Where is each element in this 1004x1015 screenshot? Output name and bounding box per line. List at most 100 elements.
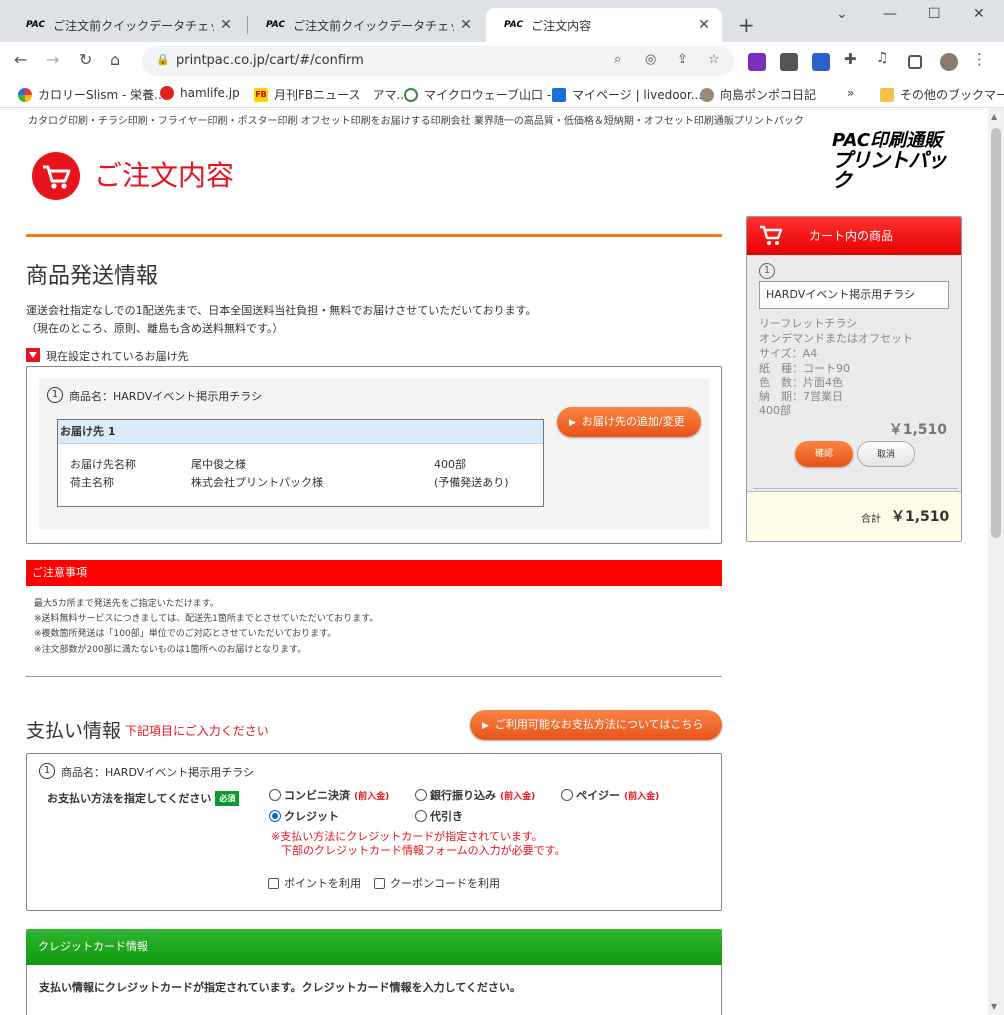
notice-line: 最大5カ所まで発送先をご指定いただけます。 <box>34 599 219 609</box>
radio-cod[interactable]: 代引き <box>415 808 463 824</box>
bookmark-fb-news[interactable]: FB 月刊FBニュース アマ... <box>254 86 408 103</box>
notice-line: ※注文部数が200部に満たないものは1箇所へのお届けとなります。 <box>34 645 307 655</box>
cart-icon <box>32 152 80 200</box>
checkbox[interactable] <box>268 877 279 889</box>
back-icon[interactable]: ← <box>14 50 27 69</box>
scroll-down-icon[interactable]: ▼ <box>991 1002 997 1011</box>
window-close-icon[interactable]: ✕ <box>973 6 985 22</box>
browser-tab-2[interactable]: PAC ご注文前クイックデータチェック サービ ✕ <box>248 8 484 42</box>
radio-konbini[interactable]: コンビニ決済 (前入金) <box>269 787 389 803</box>
shipping-desc: 運送会社指定なしでの1配送先まで、日本全国送料当社負担・無料でお届けさせていただ… <box>26 304 537 317</box>
forward-icon[interactable]: → <box>46 50 59 69</box>
play-icon: ▶ <box>482 721 489 731</box>
dest-value: 尾中俊之様 <box>191 458 246 471</box>
folder-icon <box>880 87 894 102</box>
maximize-icon[interactable]: ☐ <box>928 6 941 22</box>
cart-sidebar: カート内の商品 1 HARDVイベント掲示用チラシ リーフレットチラシ オンデマ… <box>746 216 962 542</box>
browser-toolbar: ← → ↻ ⌂ 🔒 printpac.co.jp/cart/#/confirm … <box>0 42 1004 80</box>
radio-payeasy[interactable]: ペイジー (前入金) <box>561 787 659 803</box>
lock-icon[interactable]: 🔒 <box>156 53 170 66</box>
onenote-extension-icon[interactable] <box>748 53 766 71</box>
puzzle-icon[interactable]: ✚ <box>844 50 862 68</box>
cart-item-price: ￥1,510 <box>888 422 947 438</box>
change-destination-button[interactable]: ▶ お届け先の追加/変更 <box>557 407 701 437</box>
spare-shipping-note: (予備発送あり) <box>434 476 509 489</box>
extension-icon[interactable] <box>780 53 798 71</box>
avatar[interactable] <box>940 53 958 71</box>
new-tab-icon[interactable]: + <box>738 13 755 37</box>
page-title: ご注文内容 <box>94 159 235 192</box>
payment-methods-button[interactable]: ▶ ご利用可能なお支払方法についてはこちら <box>470 710 722 740</box>
tab-title: ご注文前クイックデータチェック サービ <box>53 18 214 33</box>
bookmark-microwave-yamaguchi[interactable]: マイクロウェーブ山口 -... <box>404 86 563 103</box>
cart-total: 合計 ￥1,510 <box>747 491 961 541</box>
sidepanel-icon[interactable] <box>908 55 922 69</box>
triangle-down-icon[interactable] <box>26 348 40 362</box>
use-points-checkbox[interactable]: ポイントを利用 <box>268 875 361 891</box>
tab-search-icon[interactable]: ⌄ <box>836 6 848 22</box>
shipping-desc-note: （現在のところ、原則、離島も含め送料無料です。） <box>26 322 284 335</box>
cart-spec: オンデマンドまたはオフセット <box>759 332 913 345</box>
close-icon[interactable]: ✕ <box>454 17 478 33</box>
radio-credit[interactable]: クレジット <box>269 808 339 824</box>
radio-circle-checked[interactable] <box>269 810 281 822</box>
eye-off-icon[interactable]: ◎ <box>645 52 656 67</box>
browser-tab-1[interactable]: PAC ご注文前クイックデータチェック サービ ✕ <box>8 8 244 42</box>
cart-header: カート内の商品 <box>747 217 961 255</box>
bookmark-other[interactable]: その他のブックマーク <box>880 86 1004 103</box>
mukojima-favicon-icon <box>700 87 714 102</box>
cancel-button[interactable]: 取消 <box>857 441 915 467</box>
browser-tab-3-active[interactable]: PAC ご注文内容 ✕ <box>486 8 722 42</box>
bookmarks-overflow-icon[interactable]: » <box>847 86 854 100</box>
shipper-value: 株式会社プリントパック様 <box>191 476 323 489</box>
radio-circle[interactable] <box>415 810 427 822</box>
pac-favicon-icon: PAC <box>266 20 286 30</box>
microwave-favicon-icon <box>404 87 418 102</box>
star-icon[interactable]: ☆ <box>708 52 720 67</box>
section-divider <box>26 676 722 677</box>
minimize-icon[interactable]: — <box>883 6 897 22</box>
title-divider <box>26 234 722 237</box>
page-content: カタログ印刷・チラシ印刷・フライヤー印刷・ポスター印刷 オフセット印刷をお届けす… <box>0 108 988 1015</box>
notice-line: ※送料無料サービスにつきましては、配送先1箇所までとさせていただいております。 <box>34 614 379 624</box>
address-bar[interactable]: 🔒 printpac.co.jp/cart/#/confirm ⌕ ◎ ⇪ ☆ <box>142 46 734 76</box>
use-coupon-checkbox[interactable]: クーポンコードを利用 <box>374 875 500 891</box>
confirm-button[interactable]: 確認 <box>795 441 853 467</box>
radio-circle[interactable] <box>269 789 281 801</box>
calendar-extension-icon[interactable] <box>812 53 830 71</box>
share-icon[interactable]: ⇪ <box>677 52 688 67</box>
bookmark-hamlife[interactable]: hamlife.jp <box>160 86 240 100</box>
bookmark-livedoor[interactable]: マイページ | livedoor... <box>552 86 702 103</box>
close-icon[interactable]: ✕ <box>692 17 716 33</box>
checkbox[interactable] <box>374 877 385 889</box>
home-icon[interactable]: ⌂ <box>110 50 120 69</box>
product-name: 商品名：HARDVイベント掲示用チラシ <box>69 390 263 403</box>
shipping-heading: 商品発送情報 <box>26 264 159 289</box>
play-icon: ▶ <box>569 418 576 428</box>
current-destination-label[interactable]: 現在設定されているお届け先 <box>46 348 189 364</box>
radio-circle[interactable] <box>561 789 573 801</box>
scrollbar-thumb[interactable] <box>991 128 1001 538</box>
bookmark-mukojima[interactable]: 向島ポンポコ日記 <box>700 86 816 103</box>
bookmark-calorie-slism[interactable]: カロリーSlism - 栄養... <box>18 86 166 103</box>
notice-line: ※複数箇所発送は「100部」単位でのご対応とさせていただいております。 <box>34 629 337 639</box>
site-tagline: カタログ印刷・チラシ印刷・フライヤー印刷・ポスター印刷 オフセット印刷をお届けす… <box>28 116 804 127</box>
reload-icon[interactable]: ↻ <box>79 50 92 69</box>
tab-title: ご注文前クイックデータチェック サービ <box>293 18 454 33</box>
printpac-logo[interactable]: PAC印刷通販 プリントパック <box>832 132 958 191</box>
media-icon[interactable]: ♫ <box>876 50 894 68</box>
kebab-menu-icon[interactable]: ⋮ <box>972 50 990 68</box>
pac-favicon-icon: PAC <box>26 20 46 30</box>
close-icon[interactable]: ✕ <box>214 17 238 33</box>
hamlife-favicon-icon <box>160 86 174 100</box>
url-text[interactable]: printpac.co.jp/cart/#/confirm <box>176 53 364 68</box>
zoom-icon[interactable]: ⌕ <box>614 52 621 67</box>
cart-icon <box>759 224 785 253</box>
cart-spec: リーフレットチラシ <box>759 317 858 330</box>
radio-bank-transfer[interactable]: 銀行振り込み (前入金) <box>415 787 535 803</box>
fb-favicon-icon: FB <box>254 87 268 102</box>
total-label: 合計 <box>861 514 881 525</box>
radio-circle[interactable] <box>415 789 427 801</box>
scroll-up-icon[interactable]: ▲ <box>991 112 997 121</box>
cart-title: カート内の商品 <box>809 229 894 243</box>
